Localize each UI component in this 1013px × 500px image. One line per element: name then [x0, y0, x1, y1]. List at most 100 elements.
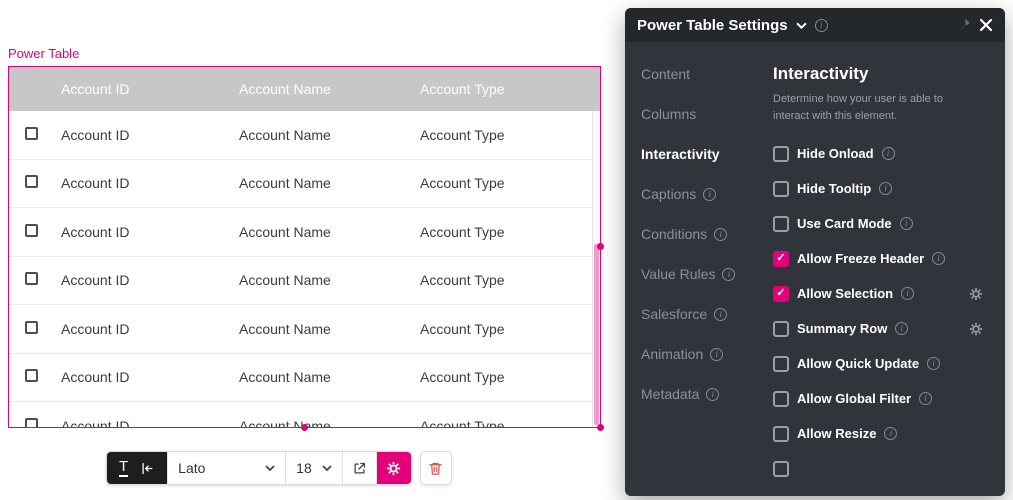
panel-nav-item-salesforce[interactable]: Salesforcei [641, 294, 763, 334]
panel-nav-item-interactivity[interactable]: Interactivity [641, 134, 763, 174]
info-icon[interactable]: i [882, 147, 895, 160]
info-icon: i [722, 268, 735, 281]
table-row[interactable]: Account IDAccount NameAccount Type [9, 160, 592, 209]
table-cell: Account Name [239, 175, 420, 191]
panel-nav-item-metadata[interactable]: Metadatai [641, 374, 763, 414]
panel-nav-item-columns[interactable]: Columns [641, 94, 763, 134]
selection-handle[interactable] [597, 243, 604, 250]
info-icon[interactable]: i [895, 322, 908, 335]
option-label: Summary Row [797, 321, 887, 336]
checkbox[interactable] [773, 216, 789, 232]
font-size-value: 18 [296, 460, 312, 476]
option-row: ✓ Allow Freeze Header i [773, 241, 989, 276]
power-table[interactable]: Account ID Account Name Account Type Acc… [8, 66, 601, 428]
panel-nav-item-value-rules[interactable]: Value Rulesi [641, 254, 763, 294]
info-icon[interactable]: i [900, 217, 913, 230]
chevron-down-icon[interactable] [796, 22, 807, 29]
table-cell: Account ID [61, 369, 239, 385]
font-family-select[interactable]: Lato [168, 452, 286, 484]
checkbox[interactable] [773, 461, 789, 477]
delete-button[interactable] [420, 451, 452, 485]
checkbox[interactable] [773, 321, 789, 337]
panel-nav-item-animation[interactable]: Animationi [641, 334, 763, 374]
row-checkbox[interactable] [25, 127, 38, 140]
checkbox[interactable] [773, 356, 789, 372]
panel-header[interactable]: Power Table Settings i [625, 8, 1005, 42]
info-icon[interactable]: i [932, 252, 945, 265]
close-icon[interactable] [979, 18, 993, 32]
table-cell: Account Name [239, 127, 420, 143]
option-row: Summary Row i [773, 311, 989, 346]
checkbox[interactable] [773, 426, 789, 442]
table-cell: Account Name [239, 272, 420, 288]
row-checkbox-cell [9, 175, 61, 191]
info-icon[interactable]: i [901, 287, 914, 300]
table-cell: Account ID [61, 224, 239, 240]
row-checkbox-cell [9, 127, 61, 143]
checkbox[interactable] [773, 146, 789, 162]
gear-icon[interactable] [969, 322, 983, 336]
scrollbar-thumb[interactable] [594, 244, 599, 425]
table-cell: Account Type [420, 418, 592, 427]
panel-title: Power Table Settings [637, 17, 788, 34]
option-label: Allow Selection [797, 286, 893, 301]
option-row: ✓ Allow Selection i [773, 276, 989, 311]
row-checkbox[interactable] [25, 369, 38, 382]
panel-body: ContentColumnsInteractivityCaptionsiCond… [625, 42, 1005, 496]
option-label: Use Card Mode [797, 216, 892, 231]
row-checkbox[interactable] [25, 418, 38, 427]
section-title: Interactivity [773, 64, 989, 84]
checkbox[interactable]: ✓ [773, 251, 789, 267]
font-size-select[interactable]: 18 [286, 452, 343, 484]
row-checkbox-cell [9, 272, 61, 288]
indent-left-icon[interactable] [140, 461, 155, 476]
text-style-button[interactable]: T [119, 459, 128, 477]
panel-nav-item-conditions[interactable]: Conditionsi [641, 214, 763, 254]
pin-icon[interactable] [957, 18, 971, 32]
nav-label: Content [641, 66, 690, 82]
gear-icon[interactable] [969, 287, 983, 301]
options-list: Hide OnloadiHide TooltipiUse Card Modei✓… [773, 136, 989, 486]
info-icon[interactable]: i [919, 392, 932, 405]
row-checkbox[interactable] [25, 272, 38, 285]
row-checkbox[interactable] [25, 175, 38, 188]
builder-canvas: Power Table Account ID Account Name Acco… [0, 0, 1013, 500]
panel-nav-item-content[interactable]: Content [641, 54, 763, 94]
checkbox[interactable]: ✓ [773, 286, 789, 302]
table-row[interactable]: Account IDAccount NameAccount Type [9, 402, 592, 427]
table-scrollbar[interactable] [592, 111, 600, 427]
selection-handle[interactable] [597, 424, 604, 431]
text-style-segment: T [107, 452, 168, 484]
nav-label: Metadata [641, 386, 699, 402]
checkbox[interactable] [773, 181, 789, 197]
chevron-down-icon [322, 465, 332, 471]
option-label: Allow Freeze Header [797, 251, 924, 266]
table-cell: Account Name [239, 321, 420, 337]
row-checkbox[interactable] [25, 224, 38, 237]
trash-icon [428, 461, 443, 476]
table-row[interactable]: Account IDAccount NameAccount Type [9, 257, 592, 306]
checkbox[interactable] [773, 391, 789, 407]
option-row: Hide Onloadi [773, 136, 989, 171]
selection-handle[interactable] [301, 424, 308, 431]
settings-button[interactable] [377, 452, 411, 484]
table-cell: Account Name [239, 224, 420, 240]
info-icon: i [714, 228, 727, 241]
nav-label: Columns [641, 106, 696, 122]
table-cell: Account ID [61, 127, 239, 143]
column-header[interactable]: Account Name [239, 81, 420, 97]
column-header[interactable]: Account ID [61, 81, 239, 97]
table-row[interactable]: Account IDAccount NameAccount Type [9, 208, 592, 257]
panel-nav-item-captions[interactable]: Captionsi [641, 174, 763, 214]
info-icon[interactable]: i [927, 357, 940, 370]
row-checkbox[interactable] [25, 321, 38, 334]
info-icon[interactable]: i [815, 19, 828, 32]
table-row[interactable]: Account IDAccount NameAccount Type [9, 111, 592, 160]
open-editor-button[interactable] [343, 452, 377, 484]
info-icon[interactable]: i [884, 427, 897, 440]
option-label: Allow Resize [797, 426, 876, 441]
table-row[interactable]: Account IDAccount NameAccount Type [9, 305, 592, 354]
info-icon[interactable]: i [879, 182, 892, 195]
table-row[interactable]: Account IDAccount NameAccount Type [9, 354, 592, 403]
column-header[interactable]: Account Type [420, 81, 600, 97]
